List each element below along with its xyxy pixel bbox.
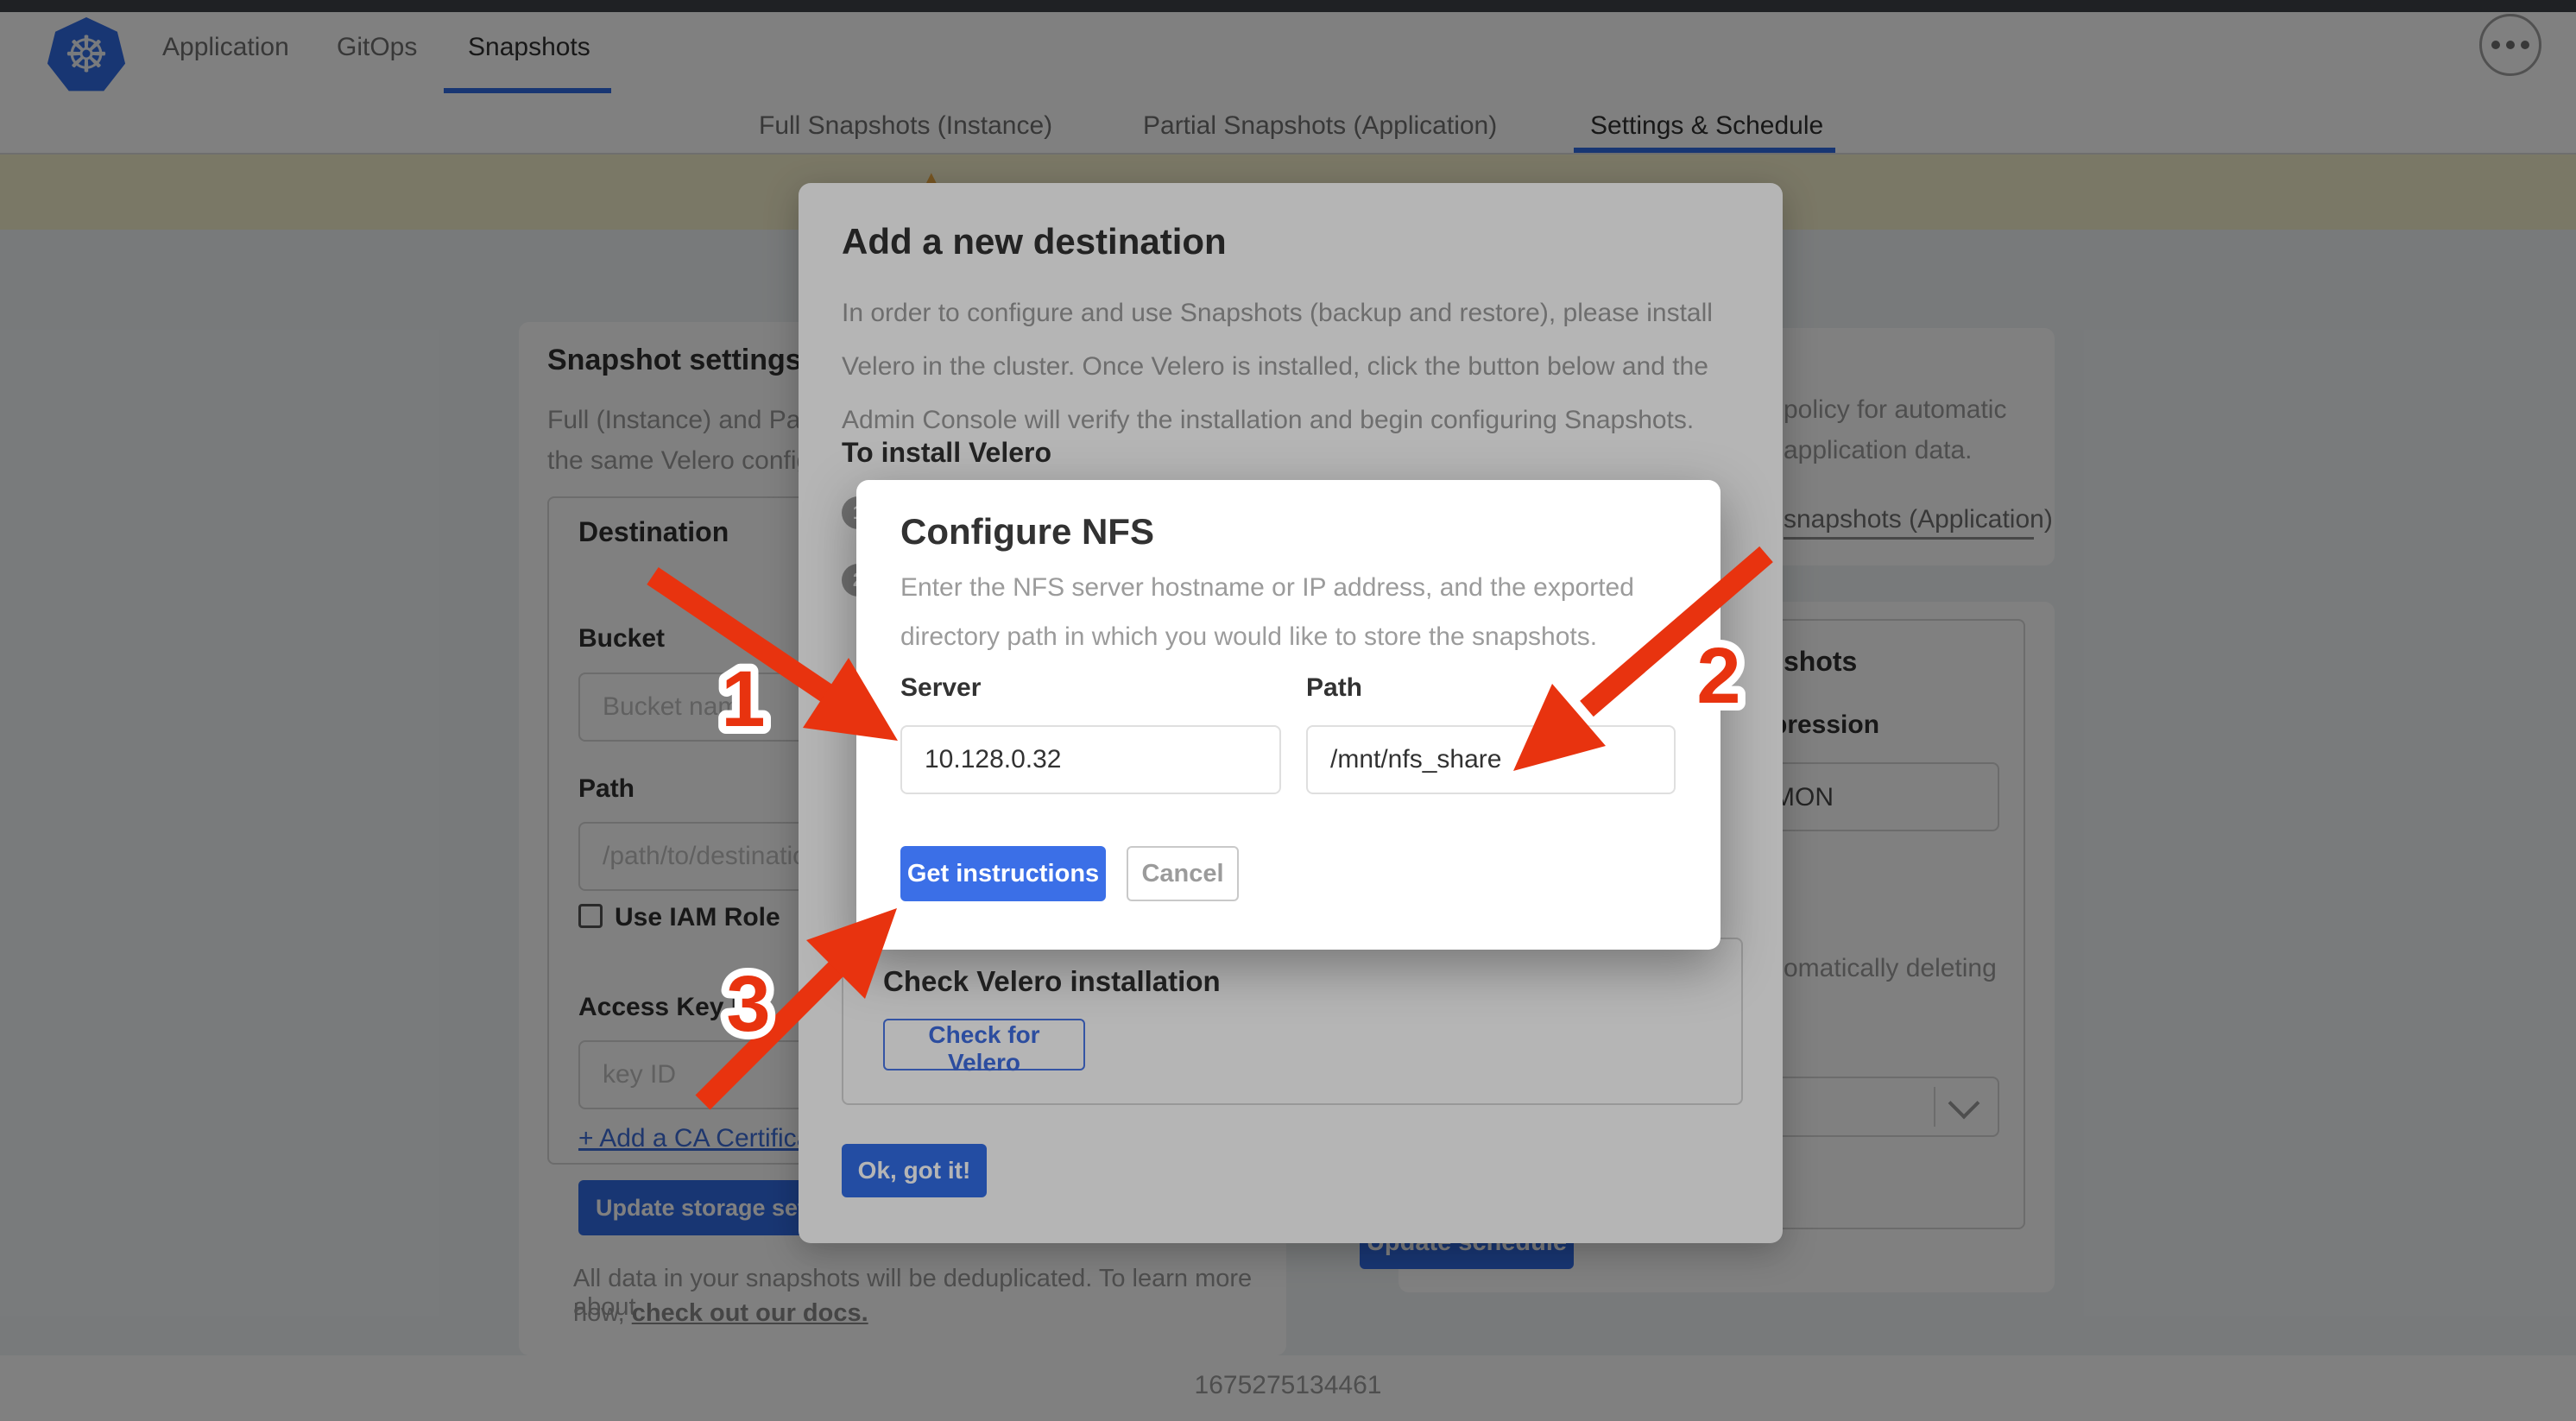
nfs-path-label: Path bbox=[1306, 673, 1362, 703]
admin-console-page: ☸ Application GitOps Snapshots Full Snap… bbox=[0, 0, 2576, 1421]
nfs-desc-line1: Enter the NFS server hostname or IP addr… bbox=[900, 573, 1634, 603]
server-input[interactable] bbox=[900, 725, 1281, 794]
cancel-button[interactable]: Cancel bbox=[1127, 846, 1239, 901]
server-label: Server bbox=[900, 673, 981, 703]
nfs-desc-line2: directory path in which you would like t… bbox=[900, 622, 1597, 652]
configure-nfs-modal: Configure NFS Enter the NFS server hostn… bbox=[856, 480, 1720, 950]
nfs-path-input[interactable] bbox=[1306, 725, 1676, 794]
configure-nfs-title: Configure NFS bbox=[900, 511, 1154, 553]
get-instructions-button[interactable]: Get instructions bbox=[900, 846, 1106, 901]
